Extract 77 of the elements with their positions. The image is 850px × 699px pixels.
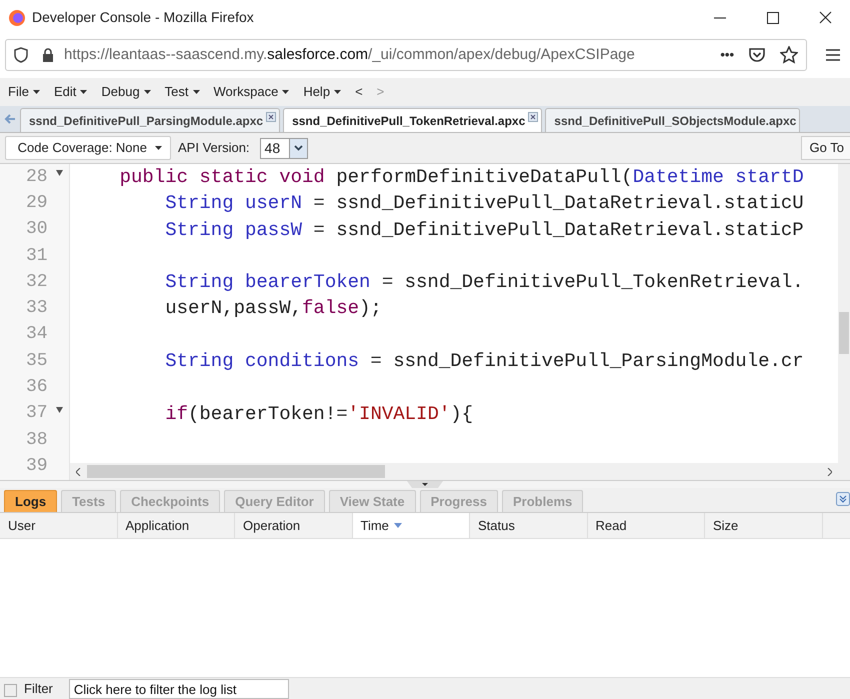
- code-line: userN,passW,false);: [165, 296, 382, 322]
- caret-icon: [155, 146, 162, 150]
- code-line: public static void performDefinitiveDataPull(Datetime startD: [120, 164, 804, 190]
- close-icon[interactable]: [528, 112, 538, 122]
- menu-item[interactable]: Edit: [54, 82, 76, 102]
- line-number: 36: [26, 376, 48, 400]
- nav-button[interactable]: <: [355, 82, 363, 102]
- minimize-icon[interactable]: [713, 16, 727, 18]
- window-title: Developer Console - Mozilla Firefox: [32, 8, 254, 27]
- fold-arrow-icon[interactable]: [56, 406, 63, 413]
- scrollbar-thumb[interactable]: [87, 465, 385, 478]
- line-number: 35: [26, 350, 48, 373]
- line-number: 31: [26, 244, 48, 268]
- caret-icon: [192, 90, 200, 94]
- api-version-select[interactable]: 48: [260, 138, 308, 158]
- caret-icon: [32, 90, 40, 94]
- chevron-down-icon: [294, 145, 303, 151]
- code-line: if(bearerToken!='INVALID'){: [165, 402, 474, 427]
- caret-icon: [282, 90, 290, 94]
- api-version-label: API Version:: [178, 139, 250, 158]
- menu-item[interactable]: File: [8, 82, 29, 102]
- horizontal-scrollbar[interactable]: [70, 463, 838, 480]
- menu-icon[interactable]: [825, 48, 841, 62]
- line-number: 38: [26, 428, 48, 452]
- line-number: 32: [26, 270, 48, 294]
- more-button[interactable]: •••: [720, 45, 734, 65]
- scrollbar-thumb[interactable]: [839, 312, 849, 354]
- fold-arrow-icon[interactable]: [56, 170, 63, 176]
- filter-label: Filter: [24, 680, 53, 698]
- caret-icon: [80, 90, 88, 94]
- menu-item[interactable]: Help: [303, 82, 330, 102]
- code-line: String bearerToken = ssnd_DefinitivePull_TokenRetrieval.: [165, 270, 804, 296]
- column-header[interactable]: Application: [118, 513, 235, 538]
- scroll-left-icon[interactable]: [76, 468, 81, 476]
- caret-icon: [334, 90, 342, 94]
- filter-checkbox[interactable]: [4, 684, 17, 697]
- line-number: 28: [26, 166, 48, 189]
- close-icon[interactable]: [266, 112, 276, 122]
- maximize-icon[interactable]: [767, 12, 779, 24]
- panel-tab[interactable]: Logs: [4, 490, 58, 512]
- column-header[interactable]: Read: [588, 513, 705, 538]
- shield-icon: [14, 47, 28, 63]
- scroll-right-icon[interactable]: [827, 468, 832, 476]
- vertical-scrollbar[interactable]: [838, 164, 850, 480]
- column-header[interactable]: User: [0, 513, 118, 538]
- line-number: 34: [26, 323, 48, 346]
- star-icon[interactable]: [780, 46, 798, 64]
- column-header[interactable]: Time: [352, 513, 470, 538]
- file-tab[interactable]: ssnd_DefinitivePull_ParsingModule.apxc: [20, 108, 280, 132]
- close-icon[interactable]: [819, 11, 832, 24]
- code-line: String userN = ssnd_DefinitivePull_DataRetrieval.staticU: [165, 191, 804, 216]
- go-to-button[interactable]: Go To: [800, 136, 850, 160]
- file-tab[interactable]: ssnd_DefinitivePull_SObjectsModule.apxc: [545, 108, 800, 132]
- line-number: 39: [26, 454, 48, 478]
- code-coverage-dropdown[interactable]: Code Coverage: None: [5, 136, 171, 160]
- code-line: String passW = ssnd_DefinitivePull_DataRetrieval.staticP: [165, 218, 804, 242]
- menu-item[interactable]: Test: [164, 82, 189, 102]
- line-number: 30: [26, 218, 48, 242]
- code-line: String conditions = ssnd_DefinitivePull_ParsingModule.cr: [165, 348, 804, 374]
- line-number: 37: [26, 402, 48, 426]
- file-tab[interactable]: ssnd_DefinitivePull_TokenRetrieval.apxc: [283, 108, 542, 132]
- column-header[interactable]: Size: [705, 513, 822, 538]
- filter-field[interactable]: Click here to filter the log list: [68, 679, 289, 699]
- url-text: https://leantaas--saascend.my.salesforce.com/_ui/common/apex/debug/ApexCSIPage: [64, 44, 635, 65]
- column-header[interactable]: Status: [470, 513, 588, 538]
- lock-icon: [42, 48, 54, 62]
- collapse-icon[interactable]: [836, 492, 850, 506]
- splitter-handle-icon[interactable]: [407, 481, 443, 489]
- browser-logo-icon: [8, 8, 26, 26]
- menu-item[interactable]: Debug: [101, 82, 140, 102]
- caret-icon: [144, 90, 151, 94]
- menu-item[interactable]: Workspace: [214, 82, 278, 102]
- address-bar[interactable]: https://leantaas--saascend.my.salesforce.com/_ui/common/apex/debug/ApexCSIPage •••: [5, 39, 807, 71]
- pocket-icon[interactable]: [748, 47, 766, 63]
- line-number: 33: [26, 297, 48, 320]
- sort-arrow-icon: [394, 523, 402, 528]
- line-number: 29: [26, 192, 48, 215]
